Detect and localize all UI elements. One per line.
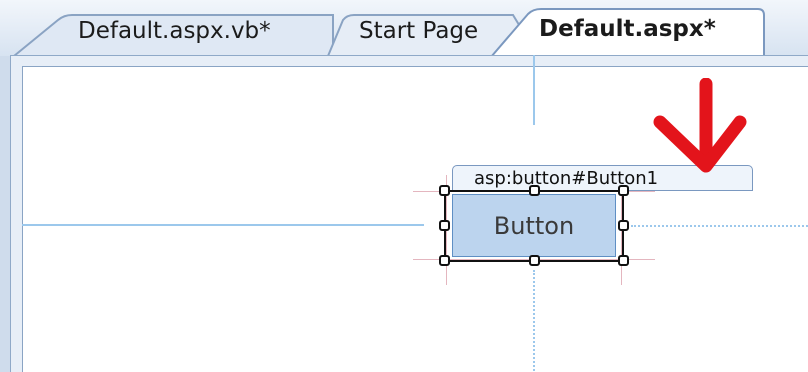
resize-handle-bottom-left[interactable] <box>439 255 450 266</box>
dotted-guide-vertical <box>533 270 535 371</box>
resize-handle-top[interactable] <box>529 185 540 196</box>
tab-label: Default.aspx* <box>539 16 716 42</box>
control-tag-text: asp:button#Button1 <box>474 168 659 189</box>
tab-default-aspx[interactable]: Default.aspx* <box>0 0 808 58</box>
resize-handle-top-right[interactable] <box>618 185 629 196</box>
alignment-guide-horizontal <box>22 224 424 226</box>
red-arrow-annotation-icon <box>653 78 747 173</box>
dotted-guide-horizontal <box>631 225 808 227</box>
alignment-guide-vertical <box>533 55 535 125</box>
selection-outline <box>444 190 624 262</box>
resize-handle-left[interactable] <box>439 220 450 231</box>
resize-handle-right[interactable] <box>618 220 629 231</box>
resize-handle-top-left[interactable] <box>439 185 450 196</box>
resize-handle-bottom[interactable] <box>529 255 540 266</box>
document-tab-strip: Default.aspx.vb* Start Page Default.aspx… <box>0 0 808 58</box>
resize-handle-bottom-right[interactable] <box>618 255 629 266</box>
